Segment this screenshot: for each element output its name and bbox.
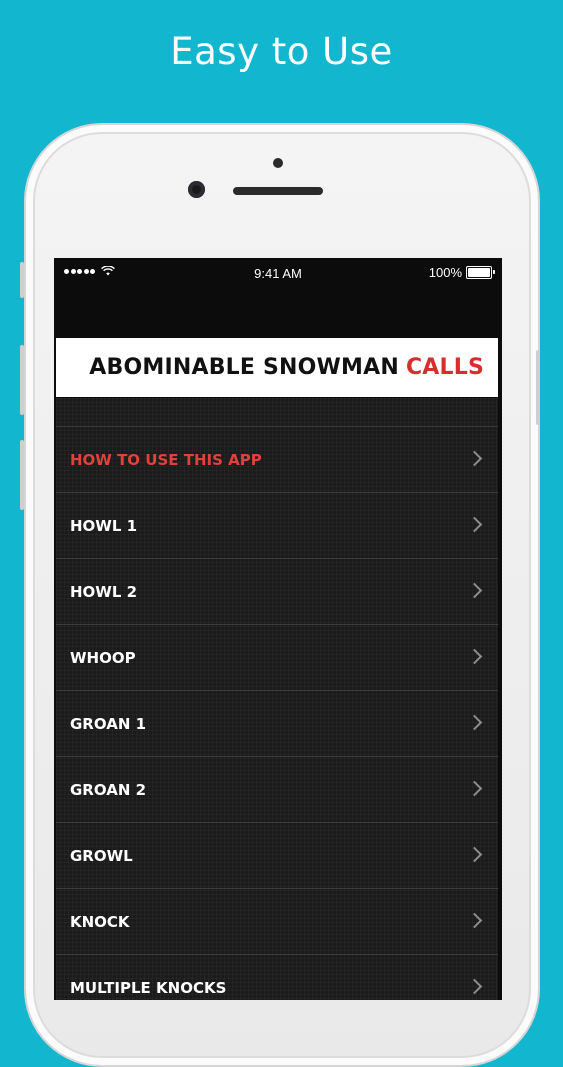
- chevron-right-icon: [466, 582, 483, 599]
- chevron-right-icon: [466, 450, 483, 467]
- chevron-right-icon: [466, 912, 483, 929]
- earpiece-speaker: [233, 187, 323, 195]
- list-item-label: MULTIPLE KNOCKS: [70, 979, 227, 997]
- list-item-multiple-knocks[interactable]: MULTIPLE KNOCKS: [56, 955, 498, 1000]
- phone-screen: 9:41 AM 100% ABOMINABLE SNOWMAN CALLS HO…: [54, 258, 502, 1000]
- list-item-label: HOWL 1: [70, 517, 138, 535]
- status-bar: 9:41 AM 100%: [54, 258, 502, 288]
- list-item-howl-1[interactable]: HOWL 1: [56, 493, 498, 559]
- battery-icon: [466, 266, 495, 279]
- list-item-groan-2[interactable]: GROAN 2: [56, 757, 498, 823]
- list-item-label: GROAN 2: [70, 781, 147, 799]
- chevron-right-icon: [466, 648, 483, 665]
- list-item-groan-1[interactable]: GROAN 1: [56, 691, 498, 757]
- battery-percent: 100%: [428, 265, 462, 280]
- list-item-label: KNOCK: [70, 913, 130, 931]
- proximity-sensor: [273, 158, 283, 168]
- list-item-how-to-use[interactable]: HOW TO USE THIS APP: [56, 427, 498, 493]
- chevron-right-icon: [466, 978, 483, 995]
- front-camera: [188, 181, 205, 198]
- app-title-banner: ABOMINABLE SNOWMAN CALLS: [56, 338, 498, 397]
- list-top-divider: [56, 398, 498, 427]
- calls-list: HOW TO USE THIS APP HOWL 1 HOWL 2 WHOOP …: [56, 398, 498, 1000]
- list-item-label: GROAN 1: [70, 715, 147, 733]
- promo-title: Easy to Use: [170, 30, 393, 73]
- list-item-label: GROWL: [70, 847, 133, 865]
- chevron-right-icon: [466, 516, 483, 533]
- list-item-label: HOW TO USE THIS APP: [70, 451, 262, 469]
- list-item-knock[interactable]: KNOCK: [56, 889, 498, 955]
- list-item-howl-2[interactable]: HOWL 2: [56, 559, 498, 625]
- banner-title-main: ABOMINABLE SNOWMAN: [89, 355, 399, 380]
- list-item-label: WHOOP: [70, 649, 136, 667]
- phone-power-button: [536, 350, 540, 425]
- phone-volume-down: [20, 440, 24, 510]
- chevron-right-icon: [466, 714, 483, 731]
- battery-status: 100%: [428, 265, 495, 280]
- chevron-right-icon: [466, 846, 483, 863]
- banner-title-accent: CALLS: [405, 355, 484, 380]
- phone-volume-up: [20, 345, 24, 415]
- phone-side-button: [20, 262, 24, 298]
- chevron-right-icon: [466, 780, 483, 797]
- list-item-label: HOWL 2: [70, 583, 138, 601]
- list-item-growl[interactable]: GROWL: [56, 823, 498, 889]
- list-item-whoop[interactable]: WHOOP: [56, 625, 498, 691]
